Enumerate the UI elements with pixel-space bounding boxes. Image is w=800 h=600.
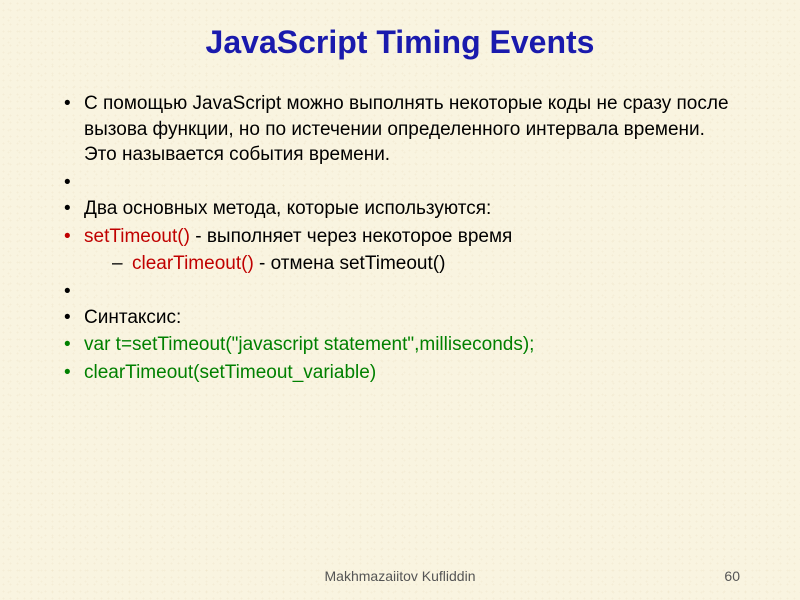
footer-page-number: 60: [724, 568, 740, 584]
slide: JavaScript Timing Events С помощью JavaS…: [0, 0, 800, 386]
footer-author: Makhmazaiitov Kufliddin: [0, 568, 800, 584]
sub-list: clearTimeout() - отмена setTimeout(): [84, 251, 740, 277]
code-settimeout: setTimeout(): [84, 226, 190, 247]
text-settimeout-rest: - выполняет через некоторое время: [190, 226, 512, 247]
code-syntax2: clearTimeout(setTimeout_variable): [84, 362, 376, 383]
bullet-list: С помощью JavaScript можно выполнять нек…: [60, 91, 740, 386]
bullet-methods-heading: Два основных метода, которые используютс…: [60, 196, 740, 222]
bullet-intro: С помощью JavaScript можно выполнять нек…: [60, 91, 740, 168]
bullet-syntax-line1: var t=setTimeout("javascript statement",…: [60, 332, 740, 358]
slide-title: JavaScript Timing Events: [60, 24, 740, 61]
text-cleartimeout-rest: - отмена setTimeout(): [254, 253, 446, 274]
sub-cleartimeout: clearTimeout() - отмена setTimeout(): [84, 251, 740, 277]
bullet-settimeout: setTimeout() - выполняет через некоторое…: [60, 224, 740, 277]
bullet-syntax-line2: clearTimeout(setTimeout_variable): [60, 360, 740, 386]
spacer: [60, 170, 740, 194]
code-cleartimeout: clearTimeout(): [132, 253, 254, 274]
bullet-syntax-heading: Синтаксис:: [60, 305, 740, 331]
spacer: [60, 279, 740, 303]
code-syntax1: var t=setTimeout("javascript statement",…: [84, 334, 534, 355]
